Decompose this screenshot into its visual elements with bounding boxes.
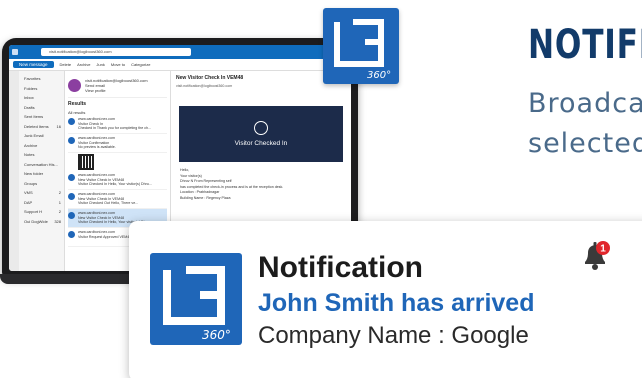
folder-item[interactable]: Drafts xyxy=(19,103,64,113)
avatar xyxy=(68,79,81,92)
sender-avatar xyxy=(68,118,75,125)
subtext-line-2: selected xyxy=(528,128,642,159)
qr-code-image xyxy=(78,154,94,170)
sign-in-icon xyxy=(254,121,268,135)
folder-item[interactable]: Conversation His... xyxy=(19,160,64,170)
notification-badge: 1 xyxy=(600,244,606,255)
results-heading: Results xyxy=(68,101,87,107)
profile-card: visit.notification@logiboost360.com Send… xyxy=(68,74,167,98)
sender-avatar xyxy=(68,193,75,200)
lb360-logo: 360° xyxy=(323,8,399,84)
folder-item[interactable]: Sent Items xyxy=(19,112,64,122)
app-rail xyxy=(9,71,19,271)
email-sender: visit.notification@logiboost360.com xyxy=(176,84,233,88)
folder-item[interactable]: Folders xyxy=(19,84,64,94)
notification-card[interactable]: 360° Notification John Smith has arrived… xyxy=(129,221,642,378)
folder-item[interactable]: New folder xyxy=(19,169,64,179)
folder-item[interactable]: Favorites xyxy=(19,74,64,84)
notification-title: Notification xyxy=(258,251,423,284)
sender-avatar xyxy=(68,212,75,219)
folder-item[interactable]: Oui DogWide 328 xyxy=(19,217,64,227)
folder-item[interactable]: Deleted Items 16 xyxy=(19,122,64,132)
subtext-line-1: Broadca xyxy=(528,88,642,119)
bell-icon[interactable]: 1 xyxy=(577,237,613,273)
list-item[interactable]: www.cardboni.nex.com Visitor Check In Chec… xyxy=(68,115,167,134)
delete-button[interactable]: Delete xyxy=(60,62,72,67)
outlook-ribbon: New message Delete Archive Junk Move to … xyxy=(9,59,351,71)
company-name: Company Name : Google xyxy=(258,322,529,349)
sender-avatar xyxy=(68,174,75,181)
email-subject: New Visitor Check In VEM48 xyxy=(176,75,244,81)
view-profile-link[interactable]: View profile xyxy=(85,88,148,93)
svg-text:360°: 360° xyxy=(202,328,231,342)
folder-item[interactable]: Archive xyxy=(19,141,64,151)
archive-button[interactable]: Archive xyxy=(77,62,90,67)
checked-in-banner: Visitor Checked In xyxy=(179,106,343,162)
sender-avatar xyxy=(68,137,75,144)
folder-item[interactable]: Inbox xyxy=(19,93,64,103)
folder-item[interactable]: DAP 1 xyxy=(19,198,64,208)
junk-button[interactable]: Junk xyxy=(96,62,104,67)
page-headline: NOTIFI xyxy=(528,22,642,68)
sender-avatar xyxy=(68,231,75,238)
outlook-titlebar: visit.notification@logiboost360.com xyxy=(9,45,351,59)
banner-text: Visitor Checked In xyxy=(234,140,288,147)
folder-item[interactable]: VMS 2 xyxy=(19,188,64,198)
categorize-button[interactable]: Categorize xyxy=(131,62,150,67)
folder-pane: Favorites Folders Inbox Drafts Sent Item… xyxy=(19,71,65,271)
list-item[interactable]: www.cardboni.nex.com Visitor Confirmation… xyxy=(68,134,167,153)
svg-text:360°: 360° xyxy=(367,70,391,81)
lb360-logo: 360° xyxy=(150,253,242,345)
folder-item[interactable]: Groups xyxy=(19,179,64,189)
list-item[interactable]: www.cardboni.nex.com New Visitor Check In… xyxy=(68,171,167,190)
new-message-button[interactable]: New message xyxy=(13,61,54,68)
list-item[interactable]: www.cardboni.nex.com New Visitor Check In… xyxy=(68,190,167,209)
folder-item[interactable]: Junk Email xyxy=(19,131,64,141)
app-launcher-icon[interactable] xyxy=(12,49,18,55)
folder-item[interactable]: Support H2 xyxy=(19,207,64,217)
arrival-message: John Smith has arrived xyxy=(258,289,535,317)
search-input[interactable]: visit.notification@logiboost360.com xyxy=(41,48,191,56)
move-to-button[interactable]: Move to xyxy=(111,62,125,67)
email-body: Hello, Your visitor(s) Dhruv N From Repr… xyxy=(180,168,284,200)
folder-item[interactable]: Notes xyxy=(19,150,64,160)
